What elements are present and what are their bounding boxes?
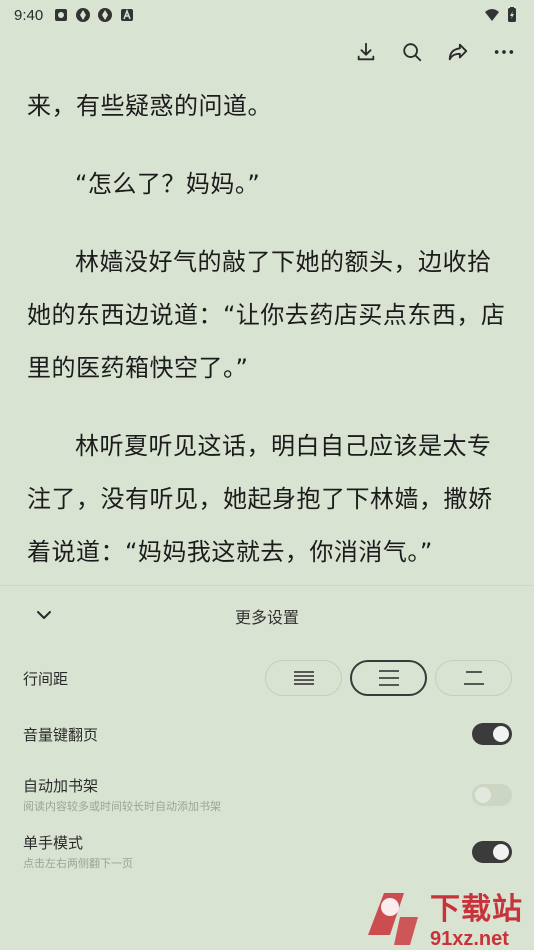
paragraph: 来，有些疑惑的问道。 [27, 92, 272, 120]
battery-icon [508, 7, 516, 22]
one-hand-desc: 点击左右两侧翻下一页 [23, 857, 133, 870]
app-icon-2 [98, 8, 113, 22]
one-hand-toggle[interactable] [472, 840, 512, 863]
auto-shelf-desc: 阅读内容较多或时间较长时自动添加书架 [23, 800, 221, 813]
download-button[interactable] [354, 40, 378, 64]
status-icons [53, 7, 135, 23]
one-hand-text: 单手模式 点击左右两侧翻下一页 [23, 832, 133, 871]
line-spacing-medium-button[interactable] [350, 660, 427, 696]
auto-shelf-label: 自动加书架 [23, 777, 99, 795]
loose-lines-icon [463, 671, 484, 685]
paragraph: 林嫱没好气的敲了下她的额头，边收拾她的东西边说道：“让你去药店买点东西，店里的医… [27, 248, 506, 382]
volume-key-row: 音量键翻页 [23, 723, 512, 745]
sim-icon [55, 9, 68, 21]
watermark-url: 91xz.net [430, 928, 509, 950]
auto-shelf-row: 自动加书架 阅读内容较多或时间较长时自动添加书架 [23, 775, 512, 814]
line-spacing-row: 行间距 [23, 660, 512, 696]
dense-lines-icon [293, 671, 314, 685]
watermark-logo [368, 892, 418, 945]
search-icon [403, 43, 422, 62]
watermark-text: 下载站 91xz.net [430, 884, 523, 950]
line-spacing-label: 行间距 [23, 669, 69, 688]
line-spacing-options [265, 660, 512, 696]
watermark-title: 下载站 [430, 892, 523, 927]
one-hand-row: 单手模式 点击左右两侧翻下一页 [23, 832, 512, 871]
a-icon [121, 8, 134, 21]
share-button[interactable] [446, 40, 470, 64]
line-spacing-loose-button[interactable] [435, 660, 512, 696]
more-icon [494, 50, 514, 54]
more-button[interactable] [492, 40, 516, 64]
paragraph: “怎么了？妈妈。” [75, 170, 261, 198]
paragraph: 林听夏听见这话，明白自己应该是太专注了，没有听见，她起身抱了下林嫱，撒娇着说道：… [27, 432, 493, 566]
panel-title: 更多设置 [234, 608, 299, 627]
toggle-knob [493, 843, 509, 860]
status-time: 9:40 [14, 6, 44, 24]
reading-content[interactable]: 来，有些疑惑的问道。 “怎么了？妈妈。” 林嫱没好气的敲了下她的额头，边收拾她的… [27, 80, 511, 604]
toggle-knob [475, 786, 491, 803]
volume-key-toggle[interactable] [472, 723, 512, 745]
reader-toolbar [354, 36, 516, 68]
share-icon [448, 43, 468, 61]
wifi-icon [485, 9, 499, 21]
line-spacing-dense-button[interactable] [265, 660, 342, 696]
auto-shelf-toggle[interactable] [472, 783, 512, 806]
status-bar: 9:40 [0, 0, 534, 30]
auto-shelf-text: 自动加书架 阅读内容较多或时间较长时自动添加书架 [23, 775, 221, 814]
panel-header: 更多设置 [0, 586, 534, 644]
one-hand-label: 单手模式 [23, 834, 84, 852]
app-icon-1 [76, 8, 91, 22]
search-button[interactable] [400, 40, 424, 64]
volume-key-label: 音量键翻页 [23, 725, 99, 744]
medium-lines-icon [378, 670, 399, 686]
toggle-knob [493, 726, 509, 742]
status-right [484, 7, 520, 23]
site-watermark: 下载站 91xz.net [360, 885, 534, 950]
download-icon [357, 42, 375, 61]
